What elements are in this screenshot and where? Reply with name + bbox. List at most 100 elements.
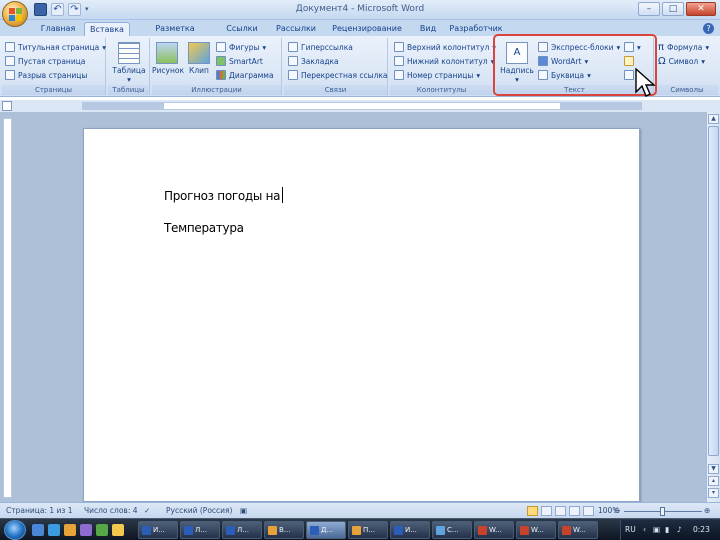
taskbar-label-4: В... (279, 526, 291, 534)
input-language[interactable]: RU (625, 525, 636, 534)
scroll-up-icon[interactable]: ▲ (708, 114, 719, 124)
taskbar-button-3[interactable]: Л... (222, 521, 262, 539)
web-layout-icon[interactable] (555, 506, 566, 516)
minimize-icon[interactable]: – (638, 2, 660, 16)
tab-view[interactable]: Вид (414, 22, 442, 36)
document-line-2[interactable]: Температура (164, 221, 244, 235)
macro-record-icon[interactable]: ▣ (240, 506, 247, 515)
tab-references[interactable]: Ссылки (222, 22, 262, 36)
media-icon[interactable] (80, 524, 92, 536)
cover-page-label: Титульная страница (18, 42, 100, 52)
header-icon (394, 42, 404, 52)
app-launch-icon[interactable] (96, 524, 108, 536)
group-links: Гиперссылка Закладка Перекрестная ссылка… (284, 38, 388, 95)
tab-page-layout[interactable]: Разметка страницы (136, 22, 214, 46)
vertical-scrollbar[interactable]: ▲ ▼ ▴ ▾ (706, 112, 720, 502)
hyperlink-button[interactable]: Гиперссылка (288, 42, 353, 52)
taskbar-button-6[interactable]: П... (348, 521, 388, 539)
cross-reference-button[interactable]: Перекрестная ссылка (288, 70, 388, 80)
volume-icon[interactable]: ♪ (677, 525, 682, 534)
group-label-links: Связи (284, 85, 387, 95)
clipart-icon (188, 42, 210, 64)
scroll-down-icon[interactable]: ▼ (708, 464, 719, 474)
picture-button[interactable]: Рисунок (152, 42, 184, 75)
footer-button[interactable]: Нижний колонтитул ▾ (394, 56, 494, 66)
cover-page-button[interactable]: Титульная страница ▾ (5, 42, 106, 52)
proofing-icon[interactable]: ✓ (144, 506, 150, 515)
equation-button[interactable]: π Формула ▾ (658, 42, 709, 53)
office-button-icon[interactable] (2, 1, 28, 27)
taskbar-button-5[interactable]: Д... (306, 521, 346, 539)
group-header-footer: Верхний колонтитул ▾ Нижний колонтитул ▾ Н… (390, 38, 496, 95)
symbol-button[interactable]: Ω Символ ▾ (658, 56, 705, 67)
tab-selector[interactable] (2, 101, 12, 111)
bookmark-button[interactable]: Закладка (288, 56, 339, 66)
next-page-icon[interactable]: ▾ (708, 488, 719, 498)
clock[interactable]: 0:23 (693, 525, 710, 534)
taskbar-button-1[interactable]: И... (138, 521, 178, 539)
page-break-button[interactable]: Разрыв страницы (5, 70, 87, 80)
taskbar-button-8[interactable]: С... (432, 521, 472, 539)
tab-review[interactable]: Рецензирование (332, 22, 402, 36)
start-icon[interactable] (4, 520, 26, 540)
outline-icon[interactable] (569, 506, 580, 516)
prev-page-icon[interactable]: ▴ (708, 476, 719, 486)
taskbar-button-11[interactable]: W... (558, 521, 598, 539)
pi-icon: π (658, 42, 665, 53)
table-button[interactable]: Таблица ▾ (112, 42, 146, 84)
draft-icon[interactable] (583, 506, 594, 516)
taskbar-label-3: Л... (237, 526, 249, 534)
horizontal-ruler[interactable] (82, 102, 642, 110)
shapes-button[interactable]: Фигуры ▾ (216, 42, 266, 52)
browser-icon[interactable] (48, 524, 60, 536)
language-indicator[interactable]: Русский (Россия) (166, 506, 232, 515)
word-app-icon (562, 526, 571, 535)
taskbar-button-9[interactable]: W... (474, 521, 514, 539)
app-icon (436, 526, 445, 535)
close-icon[interactable]: ✕ (686, 2, 716, 16)
title-bar: ↶ ↷ ▾ Документ4 - Microsoft Word – □ ✕ (0, 0, 720, 20)
taskbar-label-10: W... (531, 526, 544, 534)
taskbar-button-7[interactable]: И... (390, 521, 430, 539)
tab-mailings[interactable]: Рассылки (274, 22, 318, 36)
tray-arrow-icon[interactable]: ‹ (643, 525, 646, 534)
page-number-button[interactable]: Номер страницы ▾ (394, 70, 480, 80)
tab-insert[interactable]: Вставка (84, 22, 130, 36)
picture-icon (156, 42, 178, 64)
scroll-thumb[interactable] (708, 126, 719, 456)
clip-button[interactable]: Клип (186, 42, 212, 75)
taskbar-button-10[interactable]: W... (516, 521, 556, 539)
document-page[interactable]: Прогноз погоды на Температура (83, 128, 640, 502)
zoom-in-icon[interactable]: ⊕ (704, 506, 710, 515)
word-app-icon (394, 526, 403, 535)
group-label-symbols: Символы (656, 85, 718, 95)
smartart-button[interactable]: SmartArt (216, 56, 263, 66)
group-label-tables: Таблицы (108, 85, 149, 95)
folder-icon[interactable] (64, 524, 76, 536)
print-layout-icon[interactable] (527, 506, 538, 516)
help-icon[interactable]: ? (703, 23, 714, 34)
tab-home[interactable]: Главная (36, 22, 80, 36)
group-pages: Титульная страница ▾ Пустая страница Разр… (2, 38, 106, 95)
word-count[interactable]: Число слов: 4 (84, 506, 138, 515)
zoom-slider-thumb[interactable] (660, 507, 665, 516)
chart-button[interactable]: Диаграмма (216, 70, 274, 80)
document-line-1[interactable]: Прогноз погоды на (164, 187, 284, 203)
messenger-icon[interactable] (112, 524, 124, 536)
zoom-out-icon[interactable]: ⊖ (614, 506, 620, 515)
full-screen-reading-icon[interactable] (541, 506, 552, 516)
battery-icon[interactable]: ▮ (665, 525, 669, 534)
page-count[interactable]: Страница: 1 из 1 (6, 506, 73, 515)
cross-reference-icon (288, 70, 298, 80)
maximize-icon[interactable]: □ (662, 2, 684, 16)
taskbar-button-2[interactable]: Л... (180, 521, 220, 539)
header-button[interactable]: Верхний колонтитул ▾ (394, 42, 496, 52)
blank-page-button[interactable]: Пустая страница (5, 56, 85, 66)
taskbar-button-4[interactable]: В... (264, 521, 304, 539)
show-desktop-icon[interactable] (32, 524, 44, 536)
word-app-icon (520, 526, 529, 535)
picture-label: Рисунок (152, 66, 184, 75)
network-icon[interactable]: ▣ (653, 525, 660, 534)
blank-page-label: Пустая страница (18, 56, 86, 66)
group-label-illustrations: Иллюстрации (152, 85, 281, 95)
